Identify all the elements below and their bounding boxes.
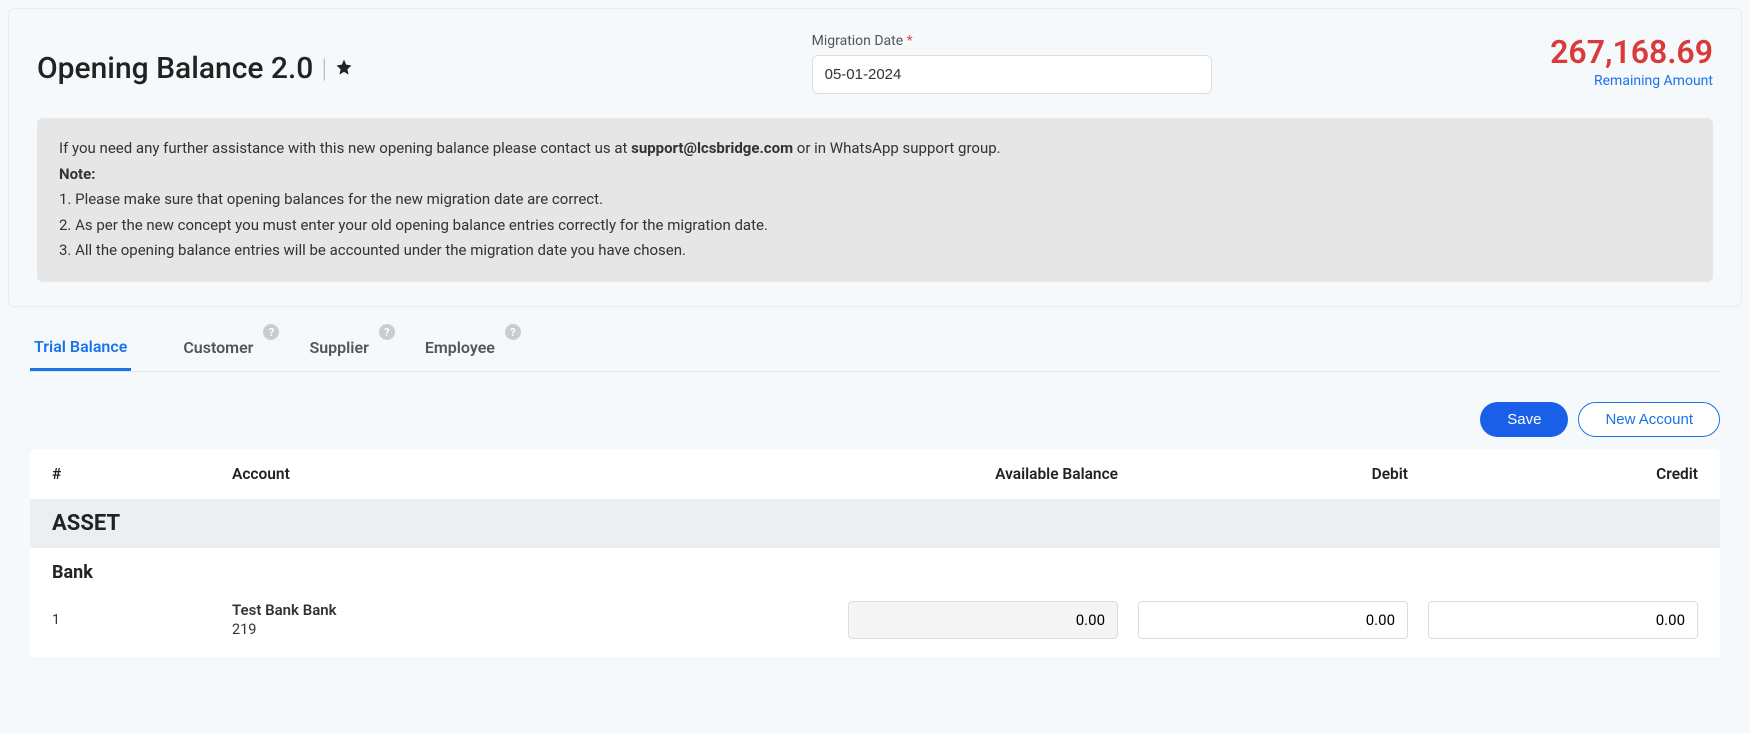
title-divider: |: [321, 54, 327, 84]
remaining-amount-label[interactable]: Remaining Amount: [1550, 73, 1713, 89]
row-number: 1: [52, 612, 232, 628]
note-3: 3. All the opening balance entries will …: [59, 238, 1691, 264]
star-icon[interactable]: [335, 58, 353, 80]
trial-balance-table: # Account Available Balance Debit Credit…: [30, 449, 1720, 657]
col-header-credit: Credit: [1408, 465, 1698, 483]
help-icon[interactable]: ?: [505, 324, 521, 340]
account-name: Test Bank Bank: [232, 601, 828, 619]
header-card: Opening Balance 2.0 | Migration Date * 2…: [8, 8, 1742, 307]
account-id: 219: [232, 621, 828, 638]
col-header-debit: Debit: [1118, 465, 1408, 483]
available-balance-input: [848, 601, 1118, 639]
col-header-number: #: [52, 465, 232, 483]
group-asset: ASSET: [30, 499, 1720, 548]
page-title: Opening Balance 2.0: [37, 51, 313, 86]
info-box: If you need any further assistance with …: [37, 118, 1713, 282]
help-icon[interactable]: ?: [263, 324, 279, 340]
migration-date-input[interactable]: [812, 55, 1212, 94]
note-2: 2. As per the new concept you must enter…: [59, 213, 1691, 239]
info-line1-pre: If you need any further assistance with …: [59, 139, 631, 157]
new-account-button[interactable]: New Account: [1578, 402, 1720, 437]
tab-employee-label: Employee: [425, 338, 495, 357]
col-header-available: Available Balance: [828, 465, 1118, 483]
tab-customer[interactable]: Customer ?: [179, 326, 257, 369]
save-button[interactable]: Save: [1480, 402, 1568, 437]
col-header-account: Account: [232, 465, 828, 483]
tab-supplier-label: Supplier: [309, 338, 368, 357]
migration-date-label: Migration Date *: [812, 33, 1212, 49]
info-line1-post: or in WhatsApp support group.: [793, 139, 1001, 157]
table-row: 1 Test Bank Bank 219: [30, 589, 1720, 657]
note-1: 1. Please make sure that opening balance…: [59, 187, 1691, 213]
remaining-amount-value: 267,168.69: [1550, 33, 1713, 71]
tab-employee[interactable]: Employee ?: [421, 326, 499, 369]
tab-customer-label: Customer: [183, 338, 253, 357]
debit-input[interactable]: [1138, 601, 1408, 639]
tab-trial-balance[interactable]: Trial Balance: [30, 325, 131, 371]
credit-input[interactable]: [1428, 601, 1698, 639]
subgroup-bank: Bank: [30, 548, 1720, 589]
tab-supplier[interactable]: Supplier ?: [305, 326, 372, 369]
tabs: Trial Balance Customer ? Supplier ? Empl…: [30, 325, 1720, 372]
note-heading: Note:: [59, 165, 95, 183]
required-marker: *: [907, 33, 913, 49]
help-icon[interactable]: ?: [379, 324, 395, 340]
migration-date-label-text: Migration Date: [812, 33, 904, 49]
support-email: support@lcsbridge.com: [631, 139, 793, 157]
